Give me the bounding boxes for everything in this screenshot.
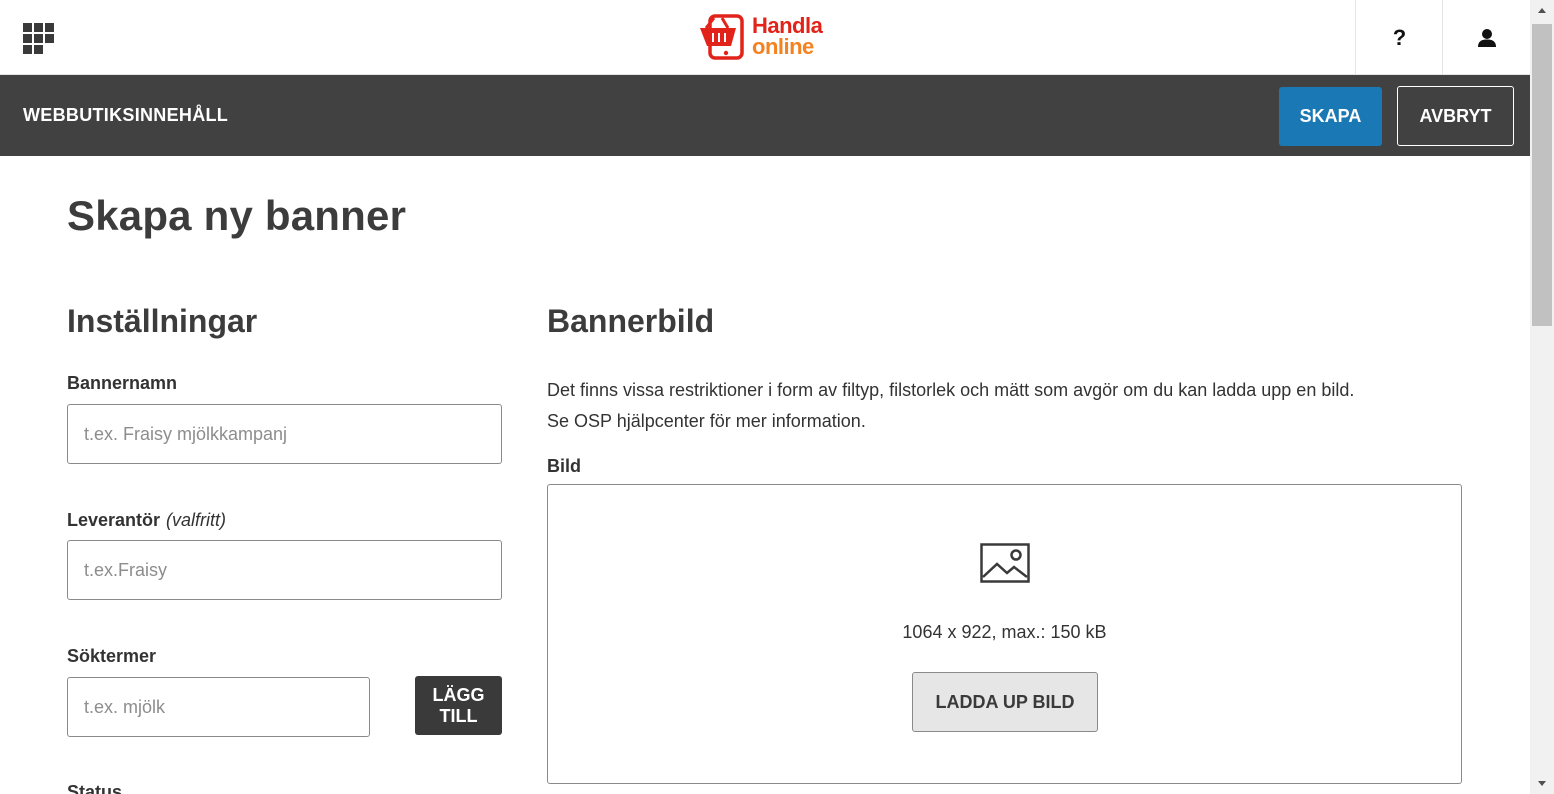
upload-image-button[interactable]: LADDA UP BILD xyxy=(912,672,1098,732)
banner-name-label: Bannernamn xyxy=(67,373,178,393)
handla-online-logo[interactable]: Handla online xyxy=(698,14,838,62)
basket-logo-icon xyxy=(700,14,744,60)
help-button[interactable]: ? xyxy=(1355,0,1443,75)
add-button-line1: LÄGG xyxy=(432,684,485,705)
scrollbar-thumb[interactable] xyxy=(1532,24,1552,326)
add-button-line2: TILL xyxy=(439,705,478,726)
scroll-down-arrow-icon[interactable] xyxy=(1530,772,1554,794)
banner-image-description: Det finns vissa restriktioner i form av … xyxy=(547,375,1467,437)
vertical-scrollbar[interactable] xyxy=(1530,0,1554,794)
image-dimensions: 1064 x 922, max.: 150 kB xyxy=(902,622,1107,642)
cancel-button[interactable]: AVBRYT xyxy=(1397,86,1514,146)
logo-text: Handla online xyxy=(752,13,823,59)
add-search-term-button[interactable]: LÄGG TILL xyxy=(415,676,502,735)
image-label: Bild xyxy=(547,456,581,476)
grid-icon[interactable] xyxy=(23,23,54,54)
optional-hint: (valfritt) xyxy=(166,510,227,530)
supplier-label: Leverantör (valfritt) xyxy=(67,510,226,531)
scroll-up-arrow-icon[interactable] xyxy=(1530,0,1554,22)
top-header: Handla online ? xyxy=(0,0,1530,75)
status-label: Status xyxy=(67,782,123,794)
user-button[interactable] xyxy=(1442,0,1530,75)
action-bar: WEBBUTIKSINNEHÅLL SKAPA AVBRYT xyxy=(0,75,1530,156)
section-title: WEBBUTIKSINNEHÅLL xyxy=(23,105,229,125)
banner-image-heading: Bannerbild xyxy=(547,303,715,339)
search-terms-input[interactable] xyxy=(67,677,370,737)
search-terms-label: Söktermer xyxy=(67,646,157,666)
description-line-2: Se OSP hjälpcenter för mer information. xyxy=(547,411,866,431)
page-title: Skapa ny banner xyxy=(67,192,407,239)
settings-heading: Inställningar xyxy=(67,303,258,339)
image-upload-area[interactable]: 1064 x 922, max.: 150 kB LADDA UP BILD xyxy=(547,484,1462,784)
supplier-input[interactable] xyxy=(67,540,502,600)
logo-line2: online xyxy=(752,34,814,59)
banner-name-input[interactable] xyxy=(67,404,502,464)
create-button[interactable]: SKAPA xyxy=(1279,87,1382,146)
logo-line1: Handla xyxy=(752,13,823,38)
description-line-1: Det finns vissa restriktioner i form av … xyxy=(547,380,1355,400)
image-icon xyxy=(980,543,1030,583)
user-icon xyxy=(1477,28,1496,47)
supplier-label-text: Leverantör xyxy=(67,510,161,530)
